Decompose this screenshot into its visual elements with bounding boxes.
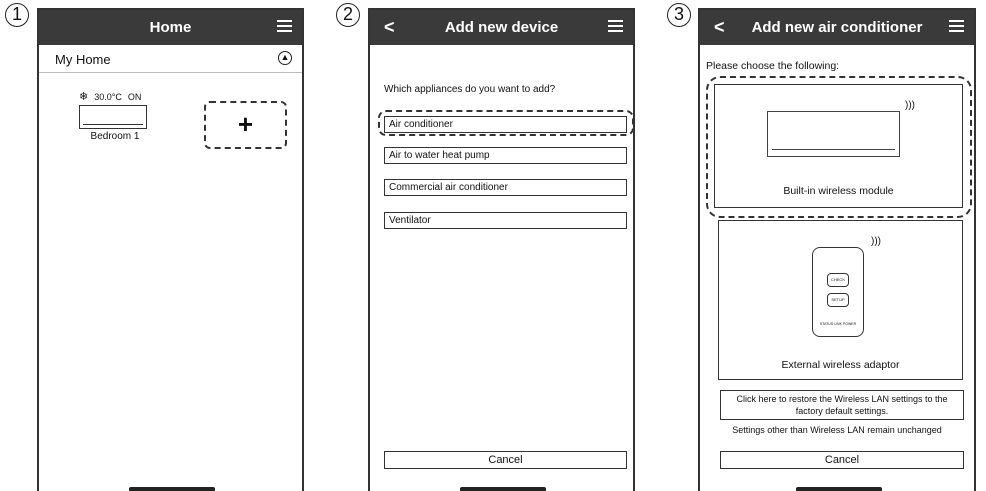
air-conditioner-icon (767, 111, 900, 157)
adaptor-icon: CHECK SETUP STATUS LINK POWER (812, 247, 864, 337)
wifi-icon: ))) (871, 236, 881, 247)
question-text: Which appliances do you want to add? (384, 84, 556, 95)
cancel-button[interactable]: Cancel (384, 451, 627, 469)
header: < Add new device (370, 10, 633, 45)
page-title: Add new air conditioner (751, 19, 923, 36)
option-commercial-ac[interactable]: Commercial air conditioner (384, 179, 627, 196)
settings-note: Settings other than Wireless LAN remain … (732, 425, 942, 435)
air-conditioner-icon (79, 105, 147, 129)
option-builtin-module[interactable]: ))) Built-in wireless module (714, 84, 963, 208)
led-labels: STATUS LINK POWER (819, 322, 857, 326)
option-external-adaptor[interactable]: CHECK SETUP STATUS LINK POWER ))) Extern… (718, 220, 963, 380)
header: < Add new air conditioner (700, 10, 974, 45)
option-heat-pump[interactable]: Air to water heat pump (384, 147, 627, 164)
prompt-text: Please choose the following: (706, 60, 840, 72)
snowflake-icon: ❄ (79, 91, 89, 103)
option-ventilator[interactable]: Ventilator (384, 212, 627, 229)
cancel-button[interactable]: Cancel (720, 451, 964, 469)
device-temperature: 30.0°C (94, 91, 122, 102)
phone-screen-home: Home My Home ▲ ❄ 30.0°C ON Bedroom 1 + (37, 8, 304, 491)
device-card-bedroom[interactable]: ❄ 30.0°C ON Bedroom 1 (79, 90, 151, 142)
home-indicator (796, 487, 882, 491)
add-device-button[interactable]: + (204, 101, 287, 149)
device-power: ON (127, 91, 142, 102)
step-3-marker: 3 (667, 3, 691, 27)
hamburger-icon[interactable] (277, 20, 292, 32)
page-title: Home (149, 19, 192, 36)
setup-button-icon: SETUP (827, 293, 849, 307)
device-status: ❄ 30.0°C ON (79, 90, 151, 103)
restore-settings-button[interactable]: Click here to restore the Wireless LAN s… (720, 390, 964, 420)
builtin-module-label: Built-in wireless module (783, 185, 894, 197)
header: Home (39, 10, 302, 45)
device-name: Bedroom 1 (90, 131, 140, 142)
home-indicator (460, 487, 546, 491)
external-adaptor-label: External wireless adaptor (781, 359, 900, 371)
phone-screen-add-device: < Add new device Which appliances do you… (368, 8, 635, 491)
step-1-marker: 1 (5, 3, 29, 27)
step-2-marker: 2 (336, 3, 360, 27)
hamburger-icon[interactable] (608, 20, 623, 32)
home-section-header[interactable]: My Home ▲ (39, 45, 302, 73)
home-name: My Home (55, 52, 111, 67)
hamburger-icon[interactable] (949, 20, 964, 32)
wifi-icon: ))) (905, 100, 915, 111)
phone-screen-add-ac: < Add new air conditioner Please choose … (698, 8, 976, 491)
page-title: Add new device (444, 19, 559, 36)
check-button-icon: CHECK (827, 273, 849, 287)
option-air-conditioner[interactable]: Air conditioner (384, 116, 627, 133)
home-indicator (129, 487, 215, 491)
collapse-icon[interactable]: ▲ (278, 51, 292, 65)
